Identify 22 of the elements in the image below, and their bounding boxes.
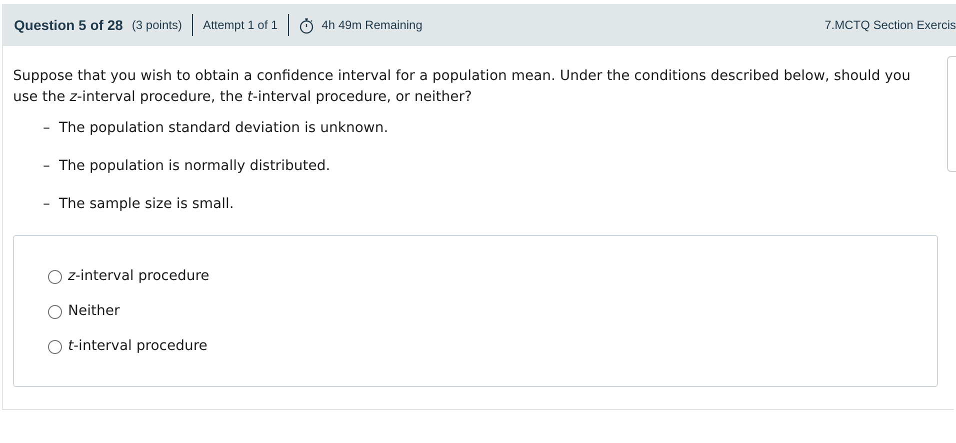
condition-text: The population is normally distributed.: [59, 157, 330, 176]
answer-option[interactable]: z-interval procedure: [48, 266, 210, 287]
radio-button[interactable]: [48, 270, 62, 284]
attempt-text: Attempt 1 of 1: [202, 17, 278, 34]
answer-option[interactable]: Neither: [48, 301, 120, 322]
section-title: 7.MCTQ Section Exercis: [824, 17, 956, 34]
option-label: t-interval procedure: [68, 337, 208, 356]
question-text: Suppose that you wish to obtain a confidence interval for a population mean. Under the conditions described below, should you use the z-interval procedure, the t-interval procedure, or neither?: [13, 67, 912, 107]
timer-text: 4h 49m Remaining: [322, 17, 422, 34]
dash-mark: –: [43, 157, 51, 176]
points-text: (3 points): [132, 17, 182, 34]
option-label: z-interval procedure: [68, 267, 210, 286]
radio-button[interactable]: [48, 304, 62, 318]
condition-text: The sample size is small.: [59, 195, 234, 214]
condition-text: The population standard deviation is unknown.: [59, 119, 388, 138]
radio-button[interactable]: [48, 340, 62, 354]
answer-option[interactable]: t-interval procedure: [48, 336, 208, 357]
dash-mark: –: [43, 195, 51, 214]
dash-mark: –: [43, 119, 51, 138]
question-number: Question 5 of 28: [14, 16, 123, 35]
option-label: Neither: [68, 302, 120, 321]
stopwatch-icon: [298, 16, 314, 34]
